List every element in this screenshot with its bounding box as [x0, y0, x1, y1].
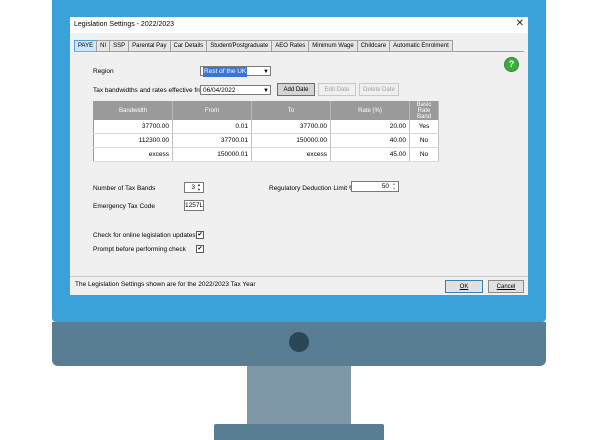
cell-rate[interactable]: 45.00: [330, 147, 410, 162]
check-updates-checkbox[interactable]: ✔: [196, 231, 204, 239]
cell-to[interactable]: 37700.00: [251, 120, 331, 134]
prompt-check-checkbox[interactable]: ✔: [196, 245, 204, 253]
tab-ni[interactable]: NI: [96, 40, 111, 51]
column-header-from: From: [172, 101, 252, 120]
tab-paye[interactable]: PAYE: [74, 40, 98, 51]
column-header-basic-rate-band: Basic Rate Band: [409, 101, 439, 120]
table-row[interactable]: 112300.00 37700.01 150000.00 40.00 No: [93, 133, 439, 148]
delete-date-button[interactable]: Delete Date: [359, 83, 399, 96]
emergency-code-label: Emergency Tax Code: [93, 203, 156, 210]
cell-bandwidth[interactable]: excess: [93, 147, 173, 162]
tab-childcare[interactable]: Childcare: [356, 40, 391, 51]
monitor-stand-neck: [247, 366, 351, 426]
power-button-icon: [289, 332, 309, 352]
column-header-rate: Rate (%): [330, 101, 410, 120]
table-header-row: Bandwidth From To Rate (%) Basic Rate Ba…: [93, 101, 439, 120]
region-select[interactable]: Rest of the UK ▼: [200, 66, 271, 77]
deduction-limit-stepper[interactable]: 50 ▲ ▼: [351, 181, 399, 192]
tab-minimum-wage[interactable]: Minimum Wage: [308, 40, 358, 51]
status-text: The Legislation Settings shown are for t…: [75, 281, 256, 288]
help-icon[interactable]: ?: [504, 57, 519, 72]
tab-divider: [74, 51, 524, 52]
chevron-down-icon: ▼: [263, 69, 269, 75]
tab-ssp[interactable]: SSP: [109, 40, 130, 51]
tab-parental-pay[interactable]: Parental Pay: [128, 40, 171, 51]
cell-from[interactable]: 37700.01: [172, 133, 252, 148]
region-label: Region: [93, 68, 114, 75]
tab-aeo-rates[interactable]: AEO Rates: [271, 40, 310, 51]
deduction-limit-value: 50: [381, 183, 389, 190]
tax-bands-label: Number of Tax Bands: [93, 185, 156, 192]
window-title: Legislation Settings - 2022/2023: [74, 21, 175, 28]
checkmark-icon: ✔: [197, 232, 203, 238]
title-bar: Legislation Settings - 2022/2023 ✕: [70, 17, 528, 33]
close-icon[interactable]: ✕: [516, 19, 524, 29]
effective-date-label: Tax bandwidths and rates effective from: [93, 87, 208, 94]
tab-automatic-enrolment[interactable]: Automatic Enrolment: [389, 40, 453, 51]
cell-to[interactable]: excess: [251, 147, 331, 162]
legislation-settings-window: Legislation Settings - 2022/2023 ✕ PAYE …: [70, 17, 528, 295]
emergency-code-field[interactable]: 1257L: [184, 200, 204, 211]
region-value: Rest of the UK: [203, 67, 248, 77]
tab-car-details[interactable]: Car Details: [169, 40, 208, 51]
prompt-check-label: Prompt before performing check: [93, 246, 186, 253]
cell-bandwidth[interactable]: 112300.00: [93, 133, 173, 148]
column-header-bandwidth: Bandwidth: [93, 101, 173, 120]
cell-basic-rate-band[interactable]: No: [409, 133, 439, 148]
status-bar: The Legislation Settings shown are for t…: [70, 276, 528, 295]
monitor-stand-base: [214, 424, 384, 440]
ok-button[interactable]: OK: [445, 280, 483, 293]
tax-bands-stepper[interactable]: 3 ▲ ▼: [184, 182, 204, 193]
spin-arrows-icon[interactable]: ▲ ▼: [196, 182, 202, 192]
cell-basic-rate-band[interactable]: No: [409, 147, 439, 162]
add-date-button[interactable]: Add Date: [277, 83, 315, 96]
check-updates-label: Check for online legislation updates: [93, 232, 196, 239]
effective-date-select[interactable]: 06/04/2022 ▼: [200, 85, 271, 95]
spin-arrows-icon[interactable]: ▲ ▼: [391, 181, 397, 191]
emergency-code-value: 1257L: [185, 202, 204, 209]
column-header-to: To: [251, 101, 331, 120]
checkmark-icon: ✔: [197, 246, 203, 252]
cell-rate[interactable]: 40.00: [330, 133, 410, 148]
cancel-button[interactable]: Cancel: [488, 280, 524, 293]
tax-bands-value: 3: [191, 184, 195, 191]
cell-to[interactable]: 150000.00: [251, 133, 331, 148]
table-row[interactable]: excess 150000.01 excess 45.00 No: [93, 147, 439, 162]
cell-from[interactable]: 150000.01: [172, 147, 252, 162]
tab-strip: PAYE NI SSP Parental Pay Car Details Stu…: [74, 40, 453, 51]
cell-from[interactable]: 0.01: [172, 120, 252, 134]
deduction-limit-label: Regulatory Deduction Limit %: [269, 185, 355, 192]
edit-date-button[interactable]: Edit Date: [318, 83, 356, 96]
tax-bands-table: Bandwidth From To Rate (%) Basic Rate Ba…: [93, 101, 439, 162]
table-row[interactable]: 37700.00 0.01 37700.00 20.00 Yes: [93, 120, 439, 134]
cell-bandwidth[interactable]: 37700.00: [93, 120, 173, 134]
cell-basic-rate-band[interactable]: Yes: [409, 120, 439, 134]
cell-rate[interactable]: 20.00: [330, 120, 410, 134]
chevron-down-icon: ▼: [263, 88, 269, 94]
tab-student-postgraduate[interactable]: Student/Postgraduate: [206, 40, 273, 51]
effective-date-value: 06/04/2022: [203, 87, 236, 94]
